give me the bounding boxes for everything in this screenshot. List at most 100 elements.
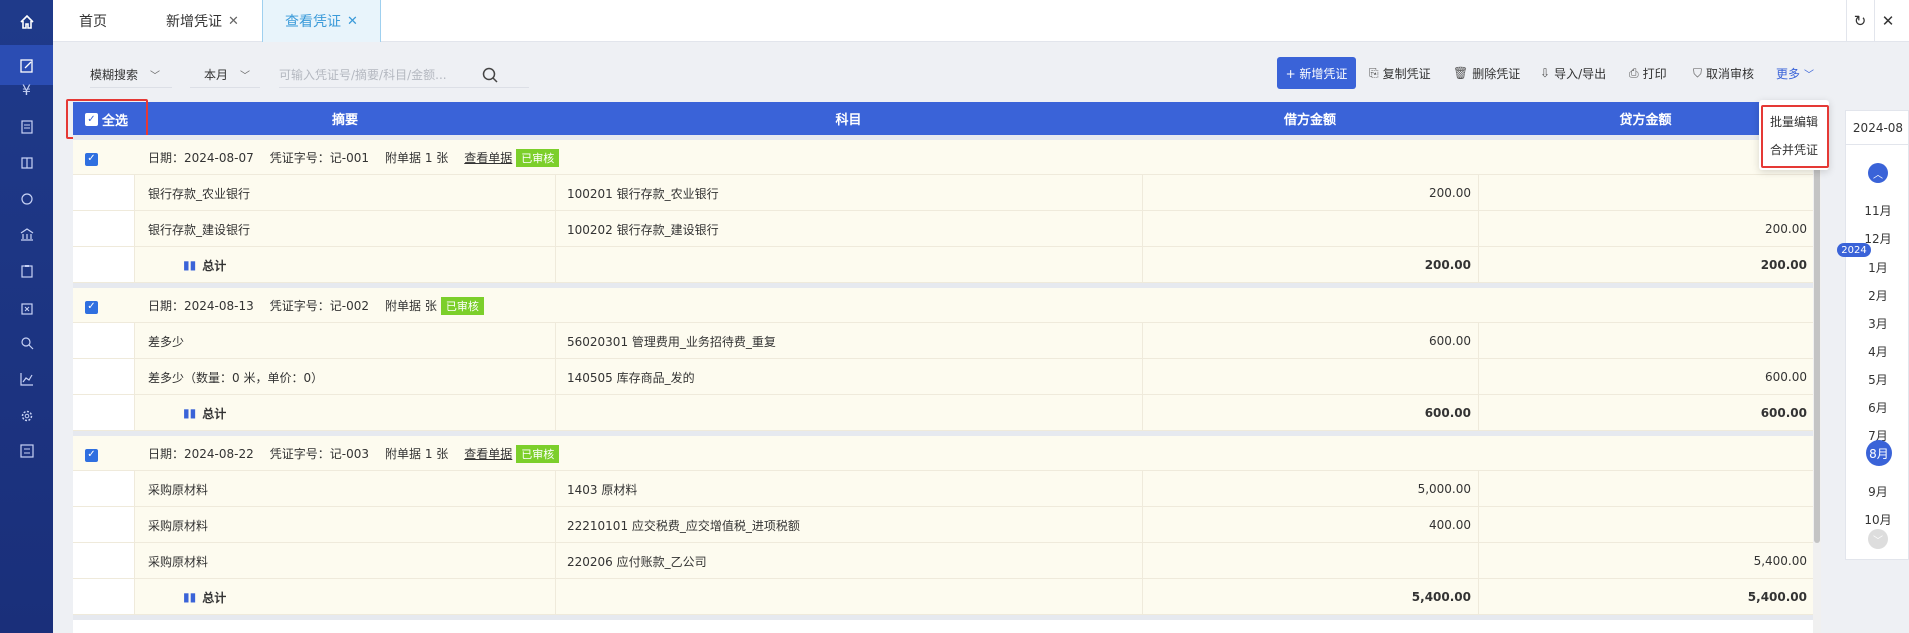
period-value: 本月 bbox=[204, 68, 229, 82]
row-summary: 差多少（数量：0 米，单价：0） bbox=[148, 370, 324, 385]
row-credit bbox=[1478, 323, 1807, 359]
left-sidebar: ¥ bbox=[0, 0, 53, 633]
voucher-date: 日期：2024-08-22 bbox=[148, 447, 254, 461]
table-row[interactable]: 采购原材料 220206 应付账款_乙公司 5,400.00 bbox=[73, 543, 1813, 579]
voucher-number: 凭证字号：记-003 bbox=[269, 447, 369, 461]
scroll-down-icon[interactable]: ﹀ bbox=[1868, 529, 1888, 549]
book-icon[interactable] bbox=[14, 150, 39, 175]
home-icon[interactable] bbox=[14, 9, 39, 34]
bank-icon[interactable] bbox=[14, 222, 39, 247]
print-button[interactable]: ⎙ 打印 bbox=[1629, 64, 1667, 82]
year-badge: 2024 bbox=[1837, 243, 1871, 257]
total-debit: 5,400.00 bbox=[1411, 590, 1471, 604]
row-debit: 600.00 bbox=[1429, 334, 1471, 348]
total-label-cell: ▮▮ 总计 bbox=[183, 395, 226, 431]
month-item[interactable]: 3月 bbox=[1846, 313, 1909, 333]
month-item[interactable]: 5月 bbox=[1846, 369, 1909, 389]
row-debit bbox=[1142, 359, 1471, 395]
header-debit: 借方金额 bbox=[1283, 113, 1336, 128]
close-all-icon[interactable]: ✕ bbox=[1874, 0, 1901, 42]
header-account: 科目 bbox=[835, 113, 862, 128]
month-item[interactable]: 9月 bbox=[1846, 481, 1909, 501]
voucher-group: ✓ 日期：2024-08-13 凭证字号：记-002 附单据 张 已审核 差多少… bbox=[73, 288, 1813, 431]
table-row[interactable]: 银行存款_建设银行 100202 银行存款_建设银行 200.00 bbox=[73, 211, 1813, 247]
import-export-button[interactable]: ⇩ 导入/导出 bbox=[1540, 64, 1606, 82]
row-credit bbox=[1478, 507, 1807, 543]
row-debit bbox=[1142, 211, 1471, 247]
unaudit-button[interactable]: ⛉ 取消审核 bbox=[1693, 64, 1754, 82]
scroll-up-icon[interactable]: ︿ bbox=[1868, 163, 1888, 183]
clipboard-icon[interactable] bbox=[14, 258, 39, 283]
table-row[interactable]: 采购原材料 1403 原材料 5,000.00 bbox=[73, 471, 1813, 507]
ledger-icon[interactable] bbox=[14, 114, 39, 139]
month-item[interactable]: 11月 bbox=[1846, 200, 1909, 220]
row-account: 100202 银行存款_建设银行 bbox=[567, 222, 719, 237]
voucher-checkbox[interactable]: ✓ bbox=[85, 298, 98, 314]
refresh-icon[interactable]: ↻ bbox=[1846, 0, 1873, 42]
row-debit: 200.00 bbox=[1429, 186, 1471, 200]
table-row[interactable]: 采购原材料 22210101 应交税费_应交增值税_进项税额 400.00 bbox=[73, 507, 1813, 543]
chevron-down-icon: ﹀ bbox=[150, 71, 161, 82]
table-row[interactable]: 差多少（数量：0 米，单价：0） 140505 库存商品_发的 600.00 bbox=[73, 359, 1813, 395]
chart-line-icon[interactable] bbox=[14, 366, 39, 391]
delete-voucher-button[interactable]: 🗑 删除凭证 bbox=[1453, 64, 1520, 82]
unaudit-label: 取消审核 bbox=[1706, 66, 1755, 81]
voucher-checkbox[interactable]: ✓ bbox=[85, 150, 98, 166]
tax-icon[interactable] bbox=[14, 296, 39, 321]
month-item-selected[interactable]: 8月 bbox=[1866, 440, 1892, 466]
total-label-cell: ▮▮ 总计 bbox=[183, 247, 226, 283]
voucher-attachments: 附单据 1 张 bbox=[385, 151, 449, 165]
settings-icon[interactable] bbox=[14, 403, 39, 428]
row-credit: 200.00 bbox=[1765, 222, 1807, 236]
search-report-icon[interactable] bbox=[14, 330, 39, 355]
row-account: 1403 原材料 bbox=[567, 482, 638, 497]
voucher-attachments: 附单据 张 bbox=[385, 299, 437, 313]
period-dropdown[interactable]: 本月 ﹀ bbox=[190, 62, 260, 88]
row-summary: 采购原材料 bbox=[148, 518, 209, 533]
copy-icon: ⎘ bbox=[1369, 65, 1379, 80]
tab-new-voucher[interactable]: 新增凭证 ✕ bbox=[166, 0, 239, 42]
total-debit: 200.00 bbox=[1424, 258, 1471, 272]
view-attachments-link[interactable]: 查看单据 bbox=[464, 445, 512, 462]
search-icon[interactable] bbox=[479, 62, 501, 88]
close-icon[interactable]: ✕ bbox=[347, 14, 358, 29]
scrollbar-thumb[interactable] bbox=[1814, 137, 1820, 543]
search-mode-dropdown[interactable]: 模糊搜索 ﹀ bbox=[90, 62, 172, 88]
voucher-checkbox[interactable]: ✓ bbox=[85, 446, 98, 462]
add-voucher-button[interactable]: + 新增凭证 bbox=[1277, 57, 1356, 89]
month-item[interactable]: 4月 bbox=[1846, 341, 1909, 361]
total-label: 总计 bbox=[202, 590, 227, 605]
voucher-header: ✓ 日期：2024-08-13 凭证字号：记-002 附单据 张 已审核 bbox=[73, 288, 1813, 323]
total-label: 总计 bbox=[202, 258, 227, 273]
row-account: 100201 银行存款_农业银行 bbox=[567, 186, 719, 201]
tab-home[interactable]: 首页 bbox=[79, 0, 107, 42]
table-row[interactable]: 差多少 56020301 管理费用_业务招待费_重复 600.00 bbox=[73, 323, 1813, 359]
table-row[interactable]: 银行存款_农业银行 100201 银行存款_农业银行 200.00 bbox=[73, 175, 1813, 211]
yuan-icon[interactable]: ¥ bbox=[14, 78, 39, 103]
row-credit: 5,400.00 bbox=[1753, 554, 1807, 568]
row-debit: 5,000.00 bbox=[1417, 482, 1471, 496]
view-attachments-link[interactable]: 查看单据 bbox=[464, 149, 512, 166]
row-summary: 采购原材料 bbox=[148, 482, 209, 497]
row-account: 140505 库存商品_发的 bbox=[567, 370, 695, 385]
month-item[interactable]: 1月 bbox=[1846, 257, 1909, 277]
month-item[interactable]: 6月 bbox=[1846, 397, 1909, 417]
delete-voucher-label: 删除凭证 bbox=[1472, 66, 1521, 81]
tab-label: 首页 bbox=[79, 14, 107, 30]
row-summary: 差多少 bbox=[148, 334, 185, 349]
voucher-edit-icon[interactable] bbox=[14, 53, 39, 78]
voucher-attachments: 附单据 1 张 bbox=[385, 447, 449, 461]
month-item[interactable]: 2月 bbox=[1846, 285, 1909, 305]
close-icon[interactable]: ✕ bbox=[228, 14, 239, 29]
more-dropdown[interactable]: 更多 ﹀ bbox=[1776, 64, 1814, 82]
tab-label: 新增凭证 bbox=[166, 14, 222, 30]
copy-voucher-button[interactable]: ⎘ 复制凭证 bbox=[1369, 64, 1431, 82]
total-row: ▮▮ 总计 200.00 200.00 bbox=[73, 247, 1813, 283]
coins-icon[interactable] bbox=[14, 186, 39, 211]
app-grid-icon[interactable] bbox=[14, 438, 39, 463]
tab-view-voucher[interactable]: 查看凭证 ✕ bbox=[262, 0, 381, 42]
row-summary: 银行存款_建设银行 bbox=[148, 222, 251, 237]
month-item[interactable]: 10月 bbox=[1846, 509, 1909, 529]
row-credit bbox=[1478, 175, 1807, 211]
row-account: 22210101 应交税费_应交增值税_进项税额 bbox=[567, 518, 800, 533]
